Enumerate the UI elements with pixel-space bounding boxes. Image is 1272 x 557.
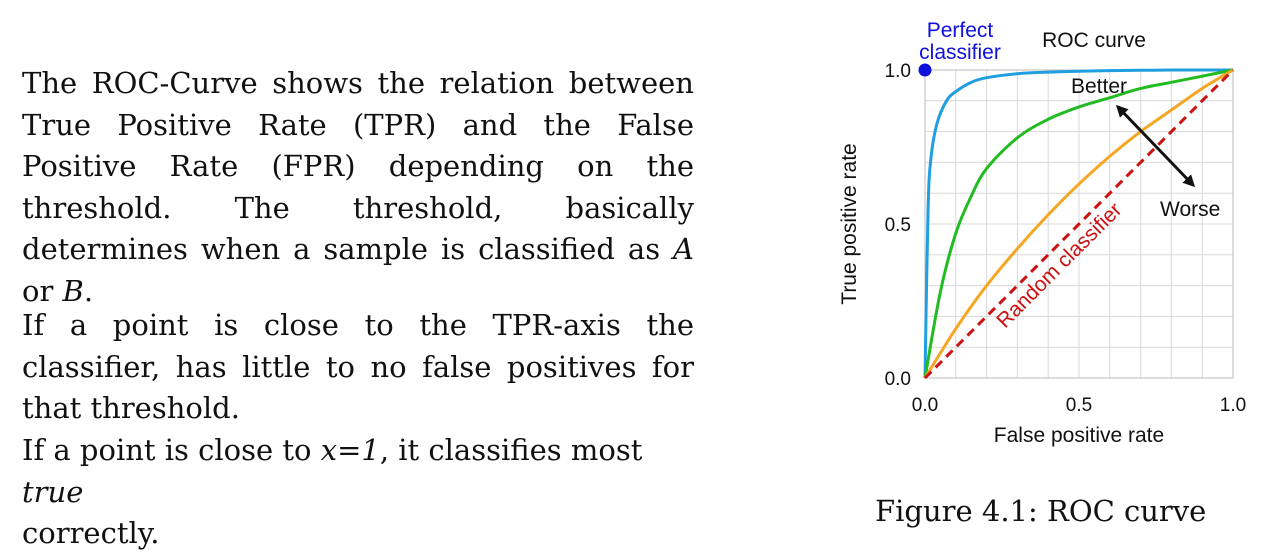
y-tick-label: 0.5 <box>885 215 911 236</box>
y-tick-label: 1.0 <box>885 61 911 82</box>
better-label: Better <box>1071 75 1127 98</box>
y-tick-label: 0.0 <box>885 369 911 390</box>
x-axis-label: False positive rate <box>994 424 1164 447</box>
paragraph-tpr-axis: If a point is close to the TPR-axis the … <box>22 305 694 430</box>
para3-end: correctly. <box>22 516 160 550</box>
paragraph-roc-intro: The ROC-Curve shows the relation between… <box>22 63 694 312</box>
class-a-label: A <box>673 232 694 266</box>
random-classifier-label: Random classifier <box>992 198 1126 332</box>
paragraph-x-equals-one: If a point is close to x=1, it classifie… <box>22 430 694 555</box>
or-word: or <box>22 273 54 308</box>
class-b-label: B <box>62 273 84 308</box>
x-tick-label: 0.5 <box>1066 395 1092 416</box>
para1-text: The ROC-Curve shows the relation between… <box>22 66 694 266</box>
roc-chart: 0.0 0.5 1.0 0.0 0.5 1.0 False positive r… <box>838 19 1246 447</box>
worse-label: Worse <box>1160 198 1220 221</box>
para1-period: . <box>83 273 94 308</box>
para3-mid: , it classifies most <box>379 433 643 467</box>
chart-title: ROC curve <box>1042 29 1146 52</box>
perfect-label-line1: Perfect <box>927 19 994 42</box>
x-tick-label: 0.0 <box>912 395 938 416</box>
true-word: true <box>22 474 84 509</box>
perfect-classifier-point <box>918 63 932 77</box>
y-axis-label: True positive rate <box>838 143 861 304</box>
perfect-label-line2: classifier <box>919 41 1001 64</box>
para3-start: If a point is close to <box>22 433 312 467</box>
figure-caption: Figure 4.1: ROC curve <box>875 494 1207 528</box>
para2-text: If a point is close to the TPR-axis the … <box>22 308 694 425</box>
x-equals-one-math: x=1 <box>320 433 380 467</box>
x-tick-label: 1.0 <box>1220 395 1246 416</box>
